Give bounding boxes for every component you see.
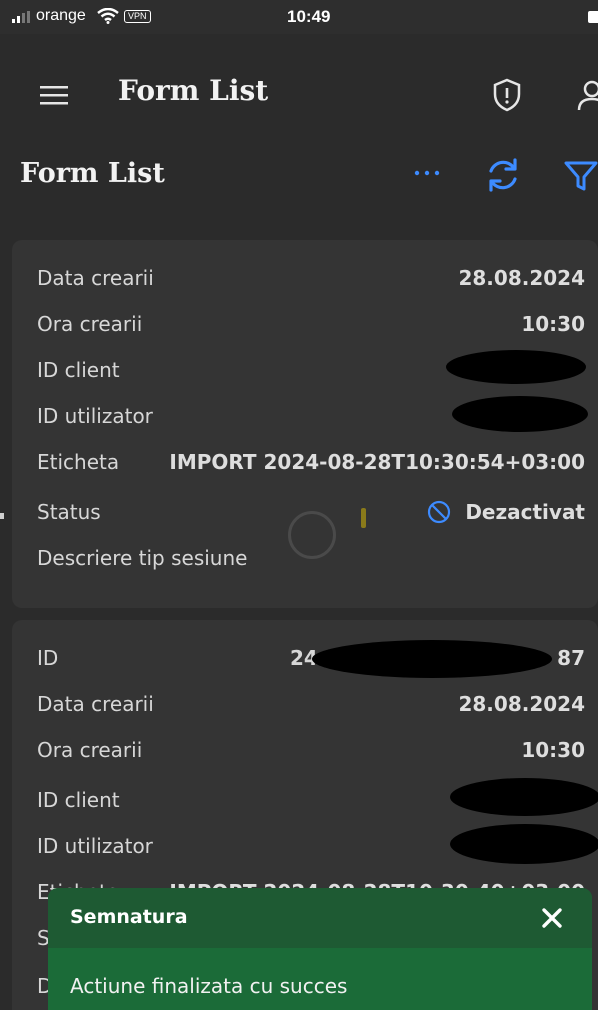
edge-dot bbox=[0, 513, 4, 519]
signal-icon bbox=[12, 11, 30, 23]
redaction bbox=[450, 778, 598, 816]
redaction bbox=[446, 350, 586, 384]
toast-header: Semnatura bbox=[48, 888, 592, 948]
row-label: Descriere tip sesiune bbox=[37, 546, 248, 570]
row-label: Data crearii bbox=[37, 692, 154, 716]
row-value-status: Dezactivat bbox=[427, 496, 585, 528]
filter-icon[interactable] bbox=[563, 158, 598, 194]
vpn-badge: VPN bbox=[124, 10, 151, 23]
row-label: Status bbox=[37, 500, 101, 524]
row-label: ID client bbox=[37, 358, 120, 382]
loading-mark bbox=[361, 508, 366, 528]
app-bar: Form List bbox=[0, 34, 598, 266]
row-value: 28.08.2024 bbox=[458, 692, 585, 716]
app-title: Form List bbox=[118, 74, 269, 107]
toast-message: Actiune finalizata cu succes bbox=[70, 974, 348, 998]
redaction bbox=[450, 824, 598, 864]
close-icon[interactable] bbox=[541, 907, 563, 929]
toast-title: Semnatura bbox=[70, 906, 188, 928]
shield-alert-icon[interactable] bbox=[492, 78, 522, 112]
success-toast: Semnatura Actiune finalizata cu succes bbox=[48, 888, 592, 1010]
user-icon[interactable] bbox=[577, 78, 598, 112]
deactivated-icon bbox=[428, 500, 451, 523]
refresh-icon[interactable] bbox=[484, 156, 522, 194]
clock: 10:49 bbox=[287, 7, 331, 26]
row-value: 10:30 bbox=[521, 312, 585, 336]
row-label: Ora crearii bbox=[37, 738, 143, 762]
more-dots-icon[interactable] bbox=[413, 168, 441, 178]
redaction bbox=[312, 640, 552, 678]
menu-icon[interactable] bbox=[40, 84, 68, 106]
row-data-crearii: Data crearii 28.08.2024 bbox=[37, 262, 585, 294]
row-eticheta: Eticheta IMPORT 2024-08-28T10:30:54+03:0… bbox=[37, 446, 585, 478]
row-value: IMPORT 2024-08-28T10:30:54+03:00 bbox=[169, 450, 585, 474]
row-value: 28.08.2024 bbox=[458, 266, 585, 290]
row-label: ID utilizator bbox=[37, 834, 153, 858]
carrier-name: orange bbox=[36, 7, 86, 24]
row-ora-crearii: Ora crearii 10:30 bbox=[37, 734, 585, 766]
row-ora-crearii: Ora crearii 10:30 bbox=[37, 308, 585, 340]
wifi-icon bbox=[97, 8, 119, 24]
row-label: Ora crearii bbox=[37, 312, 143, 336]
row-label: Data crearii bbox=[37, 266, 154, 290]
row-label: ID bbox=[37, 646, 59, 670]
row-label: ID client bbox=[37, 788, 120, 812]
loading-spinner bbox=[288, 511, 336, 559]
row-label: Eticheta bbox=[37, 450, 120, 474]
row-label: ID utilizator bbox=[37, 404, 153, 428]
row-value: 10:30 bbox=[521, 738, 585, 762]
row-value: 87 bbox=[557, 646, 585, 670]
status-text: Dezactivat bbox=[465, 500, 585, 524]
redaction bbox=[452, 396, 588, 432]
row-data-crearii: Data crearii 28.08.2024 bbox=[37, 688, 585, 720]
battery-icon bbox=[588, 11, 598, 23]
status-bar: orange VPN 10:49 bbox=[0, 0, 598, 34]
page-title: Form List bbox=[20, 158, 165, 189]
